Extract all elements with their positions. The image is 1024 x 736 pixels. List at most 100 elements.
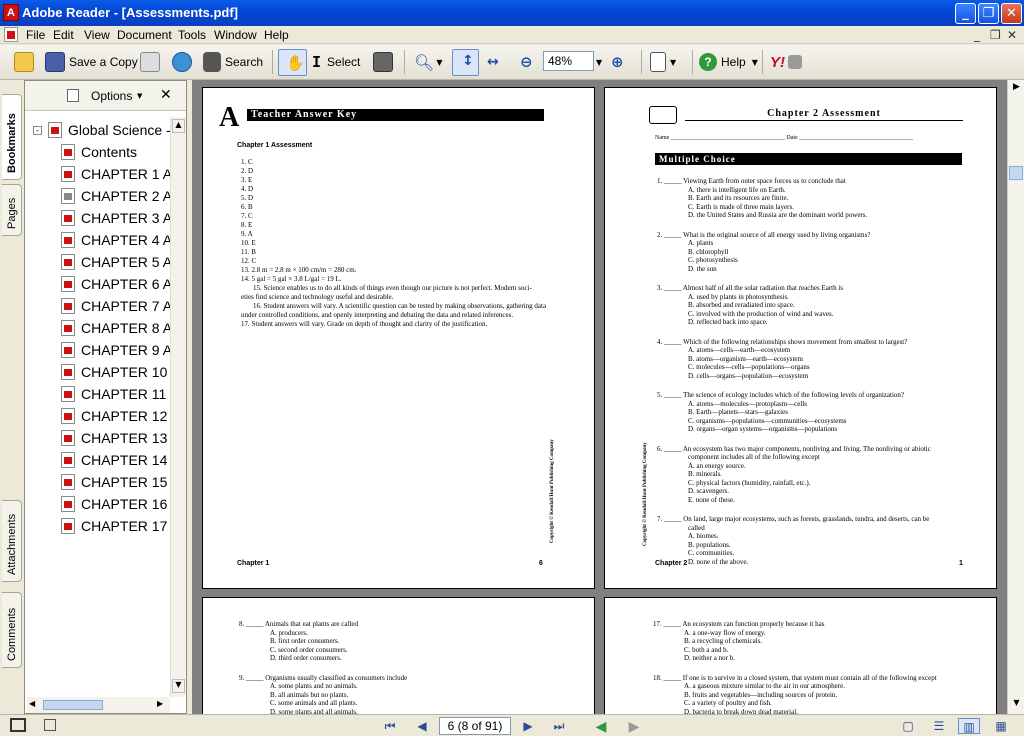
help-button[interactable]: ? Help ▼ (699, 50, 758, 74)
menu-document[interactable]: Document (117, 28, 172, 42)
chevron-down-icon[interactable]: ▼ (137, 92, 142, 100)
tab-attachments[interactable]: Attachments (2, 500, 22, 582)
menu-help[interactable]: Help (264, 28, 289, 42)
menu-window[interactable]: Window (214, 28, 257, 42)
bookmarks-vertical-scrollbar[interactable]: ▲ ▼ (170, 117, 186, 697)
pdf-bookmark-icon (61, 232, 75, 248)
tab-bookmarks-label: Bookmarks (6, 113, 18, 173)
answer-line: 15. Science enables us to do all kinds o… (253, 284, 532, 292)
bookmark-item[interactable]: CHAPTER 9 A (61, 339, 170, 361)
bookmark-item[interactable]: CHAPTER 8 A (61, 317, 170, 339)
vertical-scroll-thumb[interactable] (1009, 166, 1023, 180)
tab-comments[interactable]: Comments (2, 592, 22, 668)
select-tool-button[interactable]: I Select (312, 50, 360, 74)
last-page-button[interactable]: ⏭ (550, 718, 568, 734)
next-page-button[interactable]: ▶ (519, 718, 537, 734)
close-panel-icon[interactable]: ✕ (160, 87, 172, 103)
panel-toggle-icon[interactable] (10, 718, 26, 732)
horizontal-scroll-thumb[interactable] (43, 700, 103, 710)
menu-tools[interactable]: Tools (178, 28, 206, 42)
close-button[interactable]: ✕ (1001, 3, 1022, 24)
menu-edit[interactable]: Edit (53, 28, 74, 42)
bookmark-item[interactable]: CHAPTER 10 (61, 361, 170, 383)
camera-icon (373, 52, 393, 72)
bookmark-item[interactable]: CHAPTER 16 (61, 493, 170, 515)
menu-view[interactable]: View (84, 28, 110, 42)
yahoo-toolbar-button[interactable]: Y! (770, 50, 806, 74)
collapse-icon[interactable]: - (33, 125, 42, 135)
adobe-reader-icon[interactable]: A (3, 4, 19, 21)
doc-minimize-icon[interactable]: _ (974, 28, 980, 42)
document-vertical-scrollbar[interactable]: ▶ ▼ (1007, 80, 1024, 714)
doc-close-icon[interactable]: ✕ (1007, 28, 1017, 42)
bookmark-root[interactable]: - Global Science - (33, 119, 171, 141)
open-button[interactable] (14, 50, 38, 74)
fit-width-button[interactable]: ↔ (487, 50, 499, 74)
previous-page-button[interactable]: ◀ (413, 718, 431, 734)
pdf-bookmark-icon (61, 452, 75, 468)
zoom-dropdown-icon[interactable]: ▼ (596, 58, 602, 67)
facing-button[interactable]: ▥ (958, 718, 980, 734)
zoom-in-tool-button[interactable]: 🔍︎ ▼ (414, 50, 442, 74)
bookmarks-horizontal-scrollbar[interactable]: ◀ ▶ (27, 697, 170, 713)
single-page-button[interactable]: ▢ (899, 718, 917, 734)
bookmark-label: CHAPTER 8 A (81, 320, 170, 336)
bookmark-item[interactable]: CHAPTER 7 A (61, 295, 170, 317)
continuous-facing-button[interactable]: ▦ (992, 718, 1010, 734)
bookmark-item[interactable]: CHAPTER 6 A (61, 273, 170, 295)
bookmark-item[interactable]: CHAPTER 13 (61, 427, 170, 449)
zoom-field[interactable]: 48% (543, 51, 594, 71)
minimize-button[interactable]: _ (955, 3, 976, 24)
scroll-right-icon[interactable]: ▶ (157, 699, 163, 708)
bookmark-item[interactable]: CHAPTER 1 A (61, 163, 170, 185)
first-page-button[interactable]: ⏮ (381, 718, 399, 734)
save-copy-button[interactable]: Save a Copy (45, 50, 138, 74)
doc-restore-icon[interactable]: ❐ (990, 28, 1001, 42)
rotate-button[interactable]: ▼ (650, 50, 676, 74)
search-button[interactable]: Search (203, 50, 263, 74)
chapter1-subheader: Chapter 1 Assessment (237, 142, 313, 149)
question-line: D. the sun (688, 264, 717, 273)
answer-line: 13. 2.8 m = 2.8 m × 100 cm/m = 280 cm. (241, 266, 357, 274)
bookmark-item[interactable]: CHAPTER 14 (61, 449, 170, 471)
scroll-up-icon[interactable]: ▲ (172, 119, 185, 133)
help-icon: ? (699, 53, 717, 71)
go-back-button[interactable]: ◀ (592, 718, 610, 734)
title-bar: A Adobe Reader - [Assessments.pdf] _ ❐ ✕ (0, 0, 1024, 26)
scroll-down-icon[interactable]: ▼ (172, 679, 185, 693)
page-number-field[interactable]: 6 (8 of 91) (439, 717, 511, 735)
bookmark-item[interactable]: CHAPTER 17 (61, 515, 170, 537)
bookmark-item[interactable]: CHAPTER 12 (61, 405, 170, 427)
bookmark-item[interactable]: CHAPTER 3 A (61, 207, 170, 229)
email-button[interactable] (172, 50, 196, 74)
document-icon[interactable] (4, 27, 18, 42)
tab-bookmarks[interactable]: Bookmarks (2, 94, 22, 180)
bookmark-item[interactable]: CHAPTER 15 (61, 471, 170, 493)
menu-file[interactable]: File (26, 28, 45, 42)
bookmark-item[interactable]: CHAPTER 11 (61, 383, 170, 405)
actual-size-button[interactable]: ↕ (452, 49, 479, 76)
bookmark-item[interactable]: CHAPTER 4 A (61, 229, 170, 251)
zoom-out-button[interactable]: ⊖ (520, 50, 533, 74)
scroll-left-icon[interactable]: ◀ (29, 699, 35, 708)
bookmark-item[interactable]: Contents (61, 141, 170, 163)
bookmark-item[interactable]: CHAPTER 2 A (61, 185, 170, 207)
go-forward-button[interactable]: ▶ (625, 718, 643, 734)
continuous-button[interactable]: ☰ (930, 718, 948, 734)
bookmark-item[interactable]: CHAPTER 5 A (61, 251, 170, 273)
tab-pages[interactable]: Pages (2, 184, 22, 236)
snapshot-button[interactable] (373, 50, 397, 74)
question-line: 3. _____ Almost half of all the solar ra… (657, 284, 844, 292)
panel-expand-icon[interactable]: ▶ (1010, 82, 1023, 96)
print-button[interactable] (140, 50, 164, 74)
hand-tool-button[interactable]: ✋ (278, 49, 307, 76)
chevron-down-icon: ▼ (751, 57, 758, 67)
zoom-in-button[interactable]: ⊕ (611, 50, 624, 74)
scroll-down-icon[interactable]: ▼ (1010, 698, 1023, 712)
pdf-bookmark-icon (61, 298, 75, 314)
question-line: D. organs—organ systems—organisms—popula… (688, 425, 838, 433)
document-properties-icon[interactable] (44, 719, 56, 731)
maximize-button[interactable]: ❐ (978, 3, 999, 24)
question-line: B. fruits and vegetables—including sourc… (684, 690, 838, 699)
options-menu-button[interactable]: Options (91, 89, 132, 103)
